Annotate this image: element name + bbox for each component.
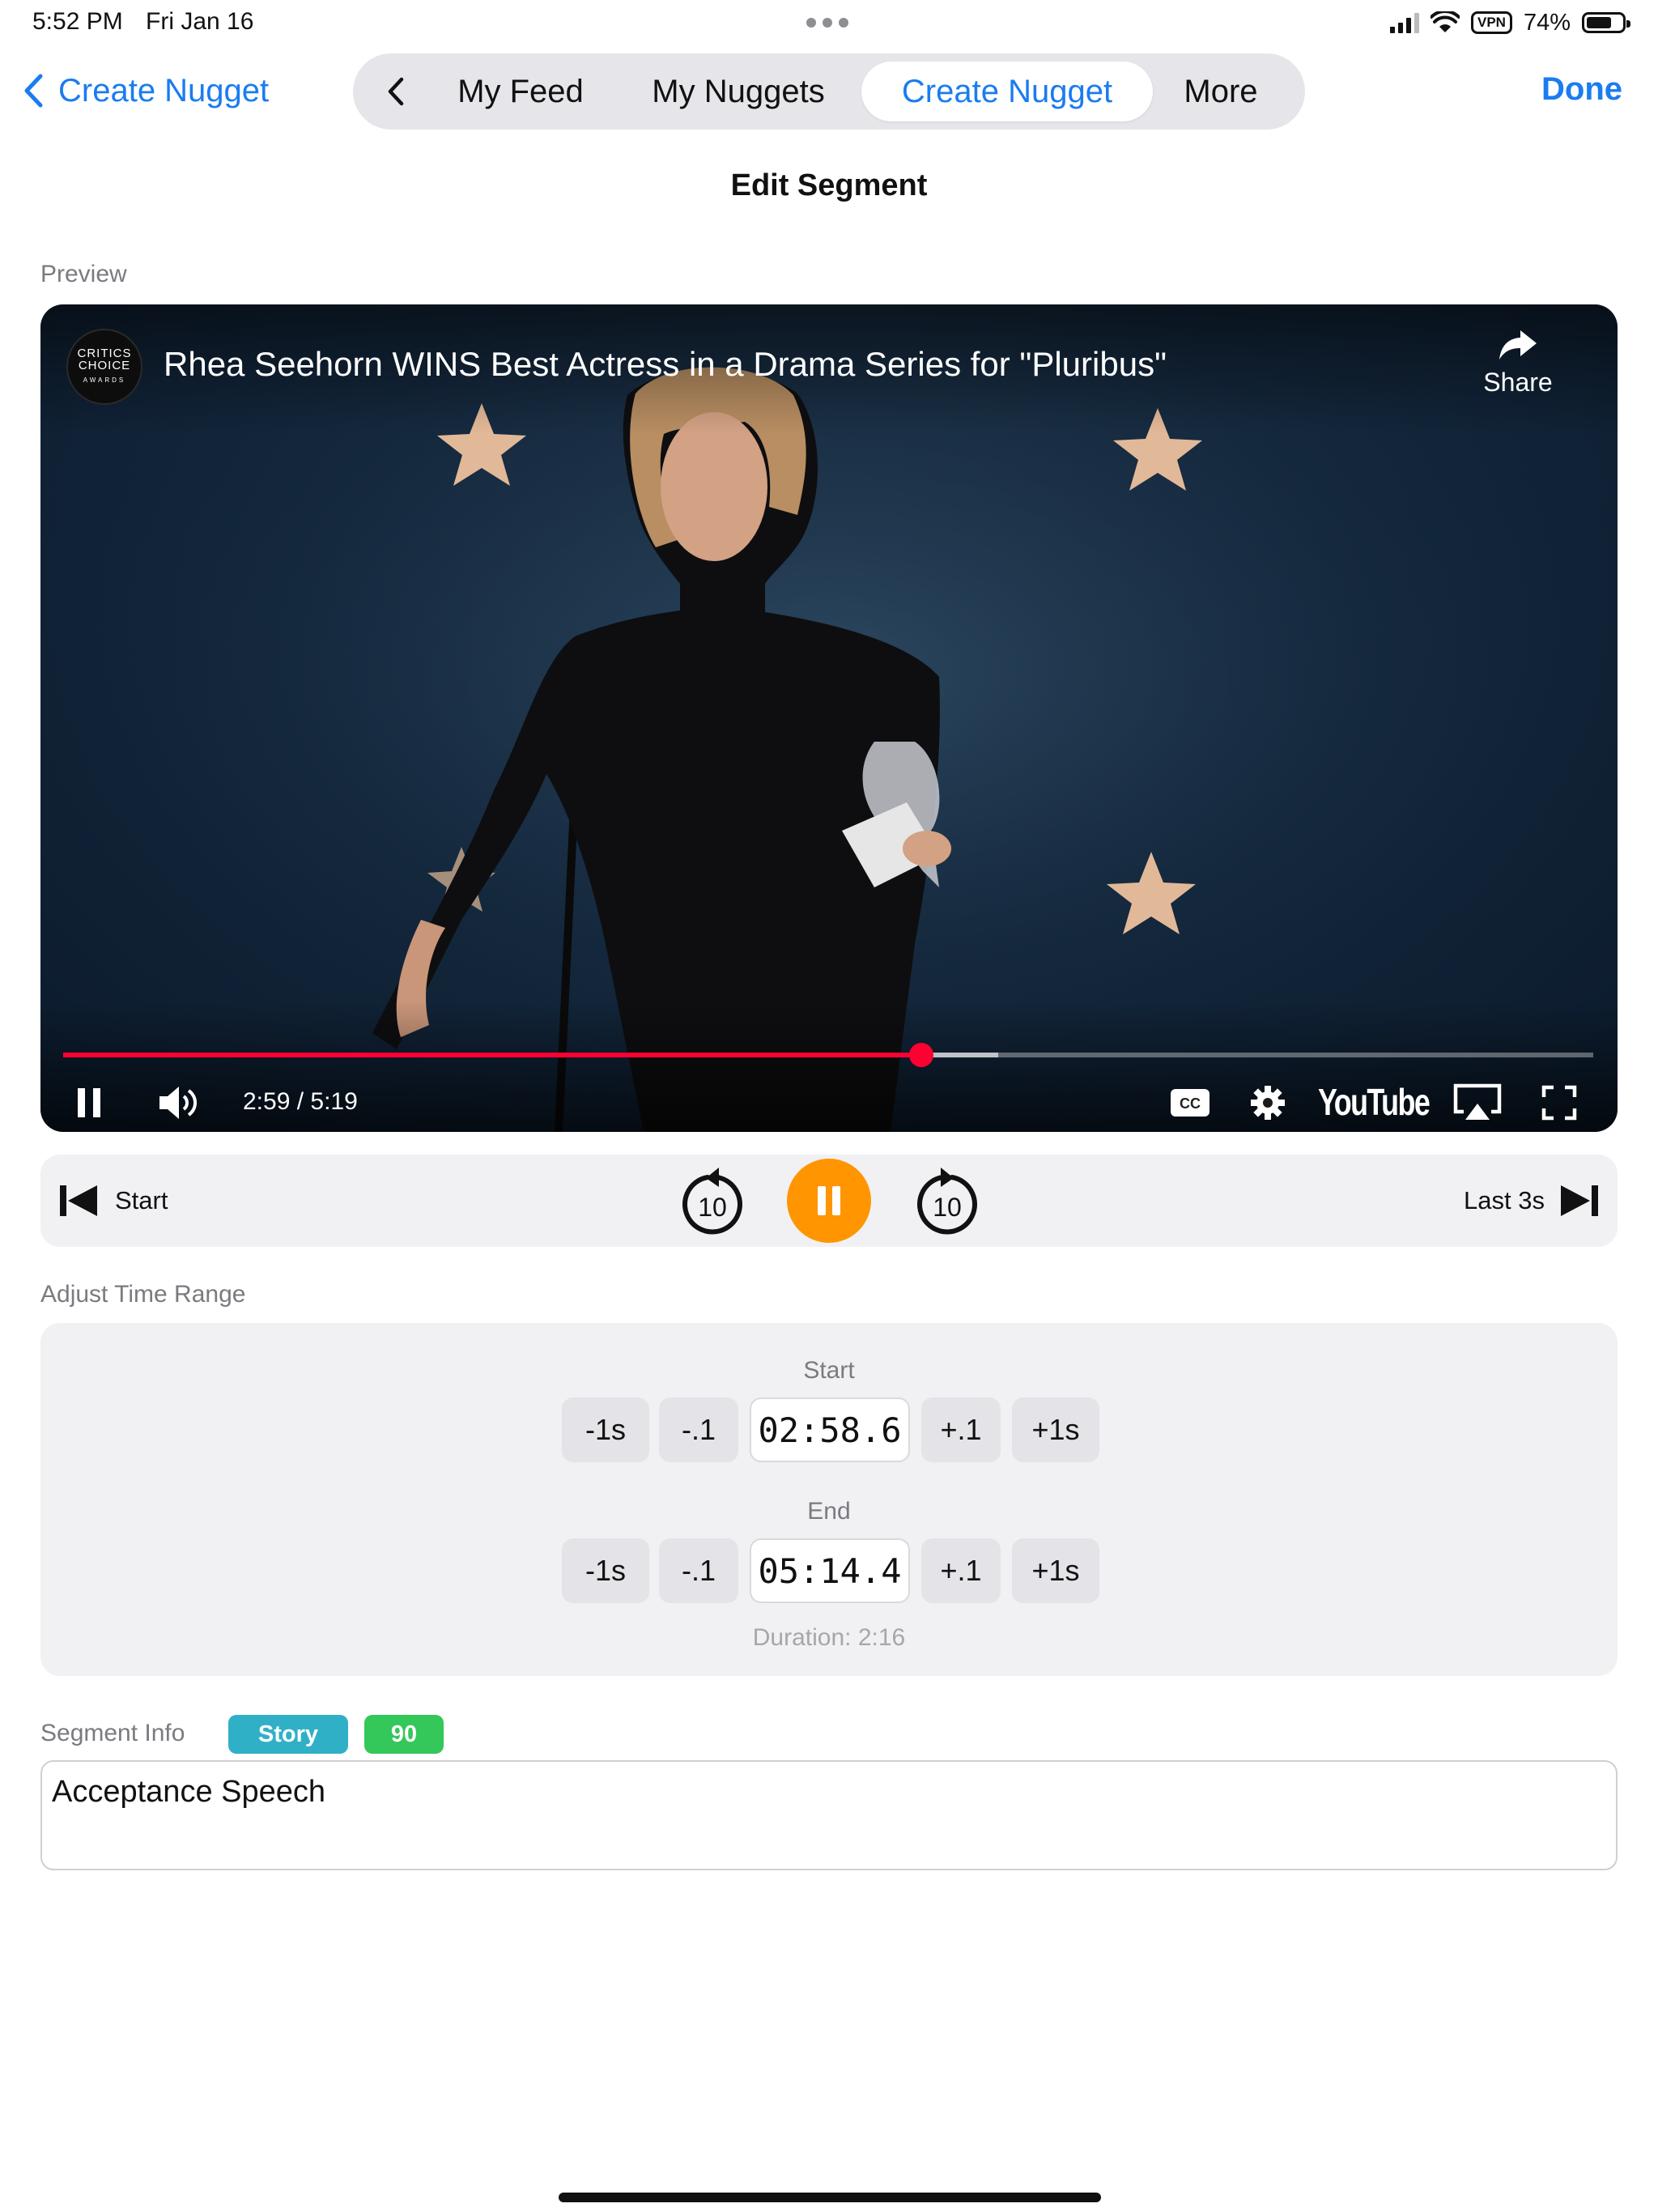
page-title: Edit Segment	[730, 168, 928, 202]
jump-to-last-label: Last 3s	[1464, 1186, 1545, 1214]
end-time-field[interactable]: 05:14.4	[750, 1538, 910, 1603]
volume-button[interactable]	[151, 1078, 207, 1127]
video-player[interactable]: CRITICS CHOICE AWARDS Rhea Seehorn WINS …	[40, 304, 1618, 1132]
segment-title-input[interactable]: Acceptance Speech	[40, 1760, 1618, 1870]
share-label: Share	[1483, 368, 1553, 397]
back-button-label: Create Nugget	[58, 72, 270, 108]
tab-my-nuggets[interactable]: My Nuggets	[625, 62, 852, 121]
duration-readout: Duration: 2:16	[752, 1624, 906, 1651]
done-button[interactable]: Done	[1541, 71, 1622, 108]
rewind-10-icon: 10	[682, 1168, 742, 1235]
skip-to-end-icon	[1561, 1185, 1598, 1216]
skip-to-start-icon	[60, 1185, 97, 1216]
start-time-field[interactable]: 02:58.6	[750, 1397, 910, 1462]
back-button[interactable]: Create Nugget	[23, 66, 269, 115]
youtube-logo[interactable]: YouTube	[1318, 1080, 1431, 1124]
battery-icon	[1582, 12, 1630, 33]
multitasking-dots-icon[interactable]	[806, 18, 852, 29]
settings-icon	[1251, 1086, 1285, 1120]
settings-button[interactable]	[1244, 1078, 1292, 1127]
airplay-button[interactable]	[1449, 1078, 1506, 1127]
channel-logo-text: CRITICS CHOICE	[77, 347, 132, 372]
fullscreen-icon	[1541, 1085, 1577, 1121]
played-bar	[63, 1053, 922, 1057]
end-row-label: End	[807, 1498, 851, 1525]
captions-button[interactable]: CC	[1166, 1078, 1214, 1127]
battery-level	[1587, 17, 1611, 28]
start-row-label: Start	[803, 1357, 855, 1384]
home-indicator[interactable]	[559, 2193, 1101, 2202]
tab-more[interactable]: More	[1161, 62, 1281, 121]
battery-percent: 74%	[1523, 9, 1571, 36]
chevron-left-icon	[388, 77, 404, 106]
jump-to-last-3s-button[interactable]: Last 3s	[1464, 1177, 1600, 1224]
svg-text:CC: CC	[1180, 1095, 1201, 1112]
chevron-left-icon	[24, 74, 43, 108]
fullscreen-button[interactable]	[1535, 1078, 1584, 1127]
tab-my-feed[interactable]: My Feed	[432, 62, 609, 121]
vpn-badge: VPN	[1470, 11, 1512, 34]
category-badge[interactable]: Story	[228, 1715, 348, 1754]
transport-bar: Start 10 10 Last 3s	[40, 1155, 1618, 1247]
adjust-range-label: Adjust Time Range	[40, 1281, 246, 1308]
status-date: Fri Jan 16	[146, 8, 254, 35]
start-plus-1s-button[interactable]: +1s	[1012, 1397, 1099, 1462]
end-minus-tenth-button[interactable]: -.1	[659, 1538, 738, 1603]
play-pause-button[interactable]	[787, 1159, 871, 1243]
jump-to-start-label: Start	[115, 1186, 168, 1214]
airplay-icon	[1453, 1083, 1502, 1120]
status-time: 5:52 PM	[32, 8, 123, 35]
video-progress-bar[interactable]	[63, 1043, 1593, 1067]
skip-forward-10-button[interactable]: 10	[910, 1166, 984, 1240]
tab-create-nugget[interactable]: Create Nugget	[861, 62, 1153, 121]
pause-icon	[818, 1186, 840, 1215]
status-indicators: VPN 74%	[1389, 6, 1630, 39]
end-minus-1s-button[interactable]: -1s	[562, 1538, 649, 1603]
start-plus-tenth-button[interactable]: +.1	[921, 1397, 1001, 1462]
start-minus-tenth-button[interactable]: -.1	[659, 1397, 738, 1462]
share-icon	[1499, 330, 1537, 359]
video-title[interactable]: Rhea Seehorn WINS Best Actress in a Dram…	[164, 345, 1167, 384]
wifi-icon	[1430, 11, 1460, 32]
video-time-readout: 2:59 / 5:19	[243, 1088, 358, 1115]
segment-info-label: Segment Info	[40, 1720, 185, 1746]
channel-logo-subtext: AWARDS	[83, 376, 126, 384]
channel-logo[interactable]: CRITICS CHOICE AWARDS	[66, 329, 142, 405]
score-badge[interactable]: 90	[364, 1715, 444, 1754]
skip-back-10-button[interactable]: 10	[675, 1166, 750, 1240]
forward-10-icon: 10	[917, 1168, 977, 1235]
cellular-signal-icon	[1389, 12, 1419, 33]
preview-label: Preview	[40, 261, 127, 287]
share-button[interactable]: Share	[1473, 329, 1562, 398]
end-plus-1s-button[interactable]: +1s	[1012, 1538, 1099, 1603]
forward-seconds: 10	[933, 1193, 962, 1222]
end-plus-tenth-button[interactable]: +.1	[921, 1538, 1001, 1603]
volume-icon	[159, 1087, 197, 1119]
rewind-seconds: 10	[698, 1193, 727, 1222]
pause-button[interactable]	[65, 1078, 113, 1127]
captions-icon: CC	[1171, 1089, 1209, 1117]
start-minus-1s-button[interactable]: -1s	[562, 1397, 649, 1462]
tab-back-button[interactable]	[374, 70, 418, 113]
jump-to-start-button[interactable]: Start	[58, 1177, 168, 1224]
tab-switcher: My Feed My Nuggets Create Nugget More	[353, 53, 1305, 130]
pause-icon	[78, 1088, 100, 1117]
time-range-panel: Start -1s -.1 02:58.6 +.1 +1s End -1s -.…	[40, 1323, 1618, 1676]
